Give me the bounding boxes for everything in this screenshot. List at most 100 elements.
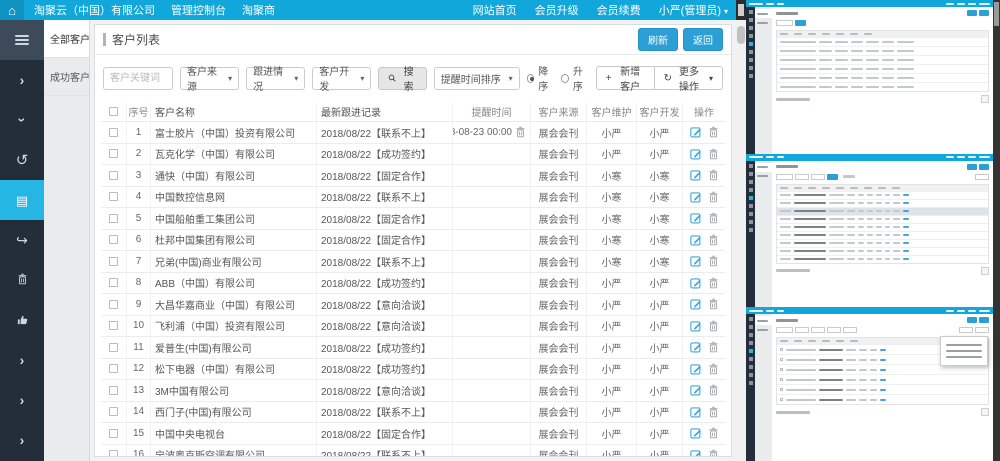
edit-icon[interactable] xyxy=(690,320,702,332)
row-checkbox[interactable] xyxy=(109,257,118,266)
row-checkbox[interactable] xyxy=(109,192,118,201)
home-button[interactable]: ⌂ xyxy=(0,0,24,20)
delete-icon[interactable] xyxy=(708,191,719,203)
delete-icon[interactable] xyxy=(708,298,719,310)
refresh-button[interactable]: 刷新 xyxy=(638,28,678,51)
delete-icon[interactable] xyxy=(708,148,719,160)
sidebar-item-chevron-down[interactable]: › xyxy=(0,100,44,140)
add-customer-button[interactable]: + 新增客户 xyxy=(596,66,655,90)
sidebar-item-trash[interactable] xyxy=(0,260,44,300)
edit-icon[interactable] xyxy=(690,148,702,160)
delete-icon[interactable] xyxy=(708,320,719,332)
delete-icon[interactable] xyxy=(708,126,719,138)
company-brand[interactable]: 淘聚云（中国）有限公司 xyxy=(34,2,155,18)
preview-input[interactable] xyxy=(776,174,793,180)
preview-blue-button[interactable] xyxy=(979,10,989,16)
sidebar-item-chevron-right[interactable]: › xyxy=(0,380,44,420)
preview-search-button[interactable] xyxy=(795,20,806,26)
sidebar-item-logout[interactable]: ↪ xyxy=(0,220,44,260)
app-preview-thumbnail-3[interactable] xyxy=(746,307,993,461)
user-menu[interactable]: 小严(管理员)▾ xyxy=(659,2,728,18)
preview-menu-item[interactable] xyxy=(946,356,982,358)
sort-asc-radio[interactable]: 升序 xyxy=(561,63,589,93)
preview-dropdown[interactable] xyxy=(795,327,809,333)
app-preview-thumbnail-1[interactable] xyxy=(746,0,993,154)
sub-sidebar-item-1[interactable]: 成功客户 xyxy=(44,58,89,96)
sort-desc-radio[interactable]: 降序 xyxy=(527,63,555,93)
sidebar-item-list[interactable]: ▤ xyxy=(0,180,44,220)
preview-menu-item[interactable] xyxy=(946,350,982,352)
preview-blue-button[interactable] xyxy=(979,164,989,170)
preview-input[interactable] xyxy=(776,20,793,26)
delete-icon[interactable] xyxy=(708,234,719,246)
nav-item-member-renew[interactable]: 会员续费 xyxy=(597,2,641,18)
preview-search-button[interactable] xyxy=(827,174,838,180)
preview-blue-button[interactable] xyxy=(967,317,977,323)
row-checkbox[interactable] xyxy=(109,450,118,456)
window-scrollbar-thumb[interactable] xyxy=(994,2,999,26)
row-checkbox[interactable] xyxy=(109,128,118,137)
row-checkbox[interactable] xyxy=(109,321,118,330)
nav-item-member-upgrade[interactable]: 会员升级 xyxy=(535,2,579,18)
sort-dropdown[interactable]: 提醒时间排序▾ xyxy=(434,67,520,90)
source-filter-dropdown[interactable]: 客户来源▾ xyxy=(180,67,239,90)
preview-dropdown[interactable] xyxy=(811,174,825,180)
preview-white-button[interactable] xyxy=(975,327,989,333)
delete-icon[interactable] xyxy=(708,363,719,375)
edit-icon[interactable] xyxy=(690,427,702,439)
edit-icon[interactable] xyxy=(690,191,702,203)
edit-icon[interactable] xyxy=(690,169,702,181)
remind-delete-icon[interactable] xyxy=(515,126,526,138)
delete-icon[interactable] xyxy=(708,449,719,456)
row-checkbox[interactable] xyxy=(109,386,118,395)
back-button[interactable]: 返回 xyxy=(683,28,723,51)
preview-blue-button[interactable] xyxy=(967,10,977,16)
preview-dropdown[interactable] xyxy=(811,327,825,333)
edit-icon[interactable] xyxy=(690,449,702,456)
row-checkbox[interactable] xyxy=(109,214,118,223)
preview-white-button[interactable] xyxy=(975,174,989,180)
delete-icon[interactable] xyxy=(708,341,719,353)
preview-open-dropdown-menu[interactable] xyxy=(940,336,988,366)
sidebar-item-thumbs-up[interactable] xyxy=(0,300,44,340)
row-checkbox[interactable] xyxy=(109,407,118,416)
edit-icon[interactable] xyxy=(690,212,702,224)
sidebar-item-menu[interactable] xyxy=(0,20,44,60)
window-scrollbar[interactable] xyxy=(993,0,1000,461)
edit-icon[interactable] xyxy=(690,126,702,138)
sidebar-item-chevron-right[interactable]: › xyxy=(0,420,44,460)
delete-icon[interactable] xyxy=(708,212,719,224)
nav-item-admin-console[interactable]: 管理控制台 xyxy=(171,2,226,18)
more-actions-button[interactable]: ↻ 更多操作 ▾ xyxy=(655,66,723,90)
search-button[interactable]: 搜索 xyxy=(378,67,426,90)
row-checkbox[interactable] xyxy=(109,343,118,352)
page-scrollbar[interactable] xyxy=(736,0,746,461)
preview-white-button[interactable] xyxy=(959,327,973,333)
delete-icon[interactable] xyxy=(708,406,719,418)
nav-item-site-home[interactable]: 网站首页 xyxy=(473,2,517,18)
preview-dropdown[interactable] xyxy=(827,327,841,333)
edit-icon[interactable] xyxy=(690,384,702,396)
develop-filter-dropdown[interactable]: 客户开发▾ xyxy=(312,67,371,90)
sidebar-item-chevron-right[interactable]: › xyxy=(0,60,44,100)
edit-icon[interactable] xyxy=(690,363,702,375)
delete-icon[interactable] xyxy=(708,255,719,267)
sub-sidebar-item-0[interactable]: 全部客户 xyxy=(44,20,89,58)
row-checkbox[interactable] xyxy=(109,364,118,373)
row-checkbox[interactable] xyxy=(109,171,118,180)
preview-blue-button[interactable] xyxy=(967,164,977,170)
sidebar-item-chevron-right[interactable]: › xyxy=(0,340,44,380)
keyword-input[interactable] xyxy=(103,67,173,90)
select-all-checkbox[interactable] xyxy=(109,107,118,116)
edit-icon[interactable] xyxy=(690,277,702,289)
preview-blue-button[interactable] xyxy=(979,317,989,323)
delete-icon[interactable] xyxy=(708,384,719,396)
row-checkbox[interactable] xyxy=(109,300,118,309)
preview-input[interactable] xyxy=(776,327,793,333)
app-preview-thumbnail-2[interactable] xyxy=(746,154,993,308)
page-scrollbar-thumb[interactable] xyxy=(737,26,745,44)
sidebar-item-history[interactable]: ↺ xyxy=(0,140,44,180)
delete-icon[interactable] xyxy=(708,169,719,181)
edit-icon[interactable] xyxy=(690,406,702,418)
nav-item-shop[interactable]: 淘聚商 xyxy=(242,2,275,18)
